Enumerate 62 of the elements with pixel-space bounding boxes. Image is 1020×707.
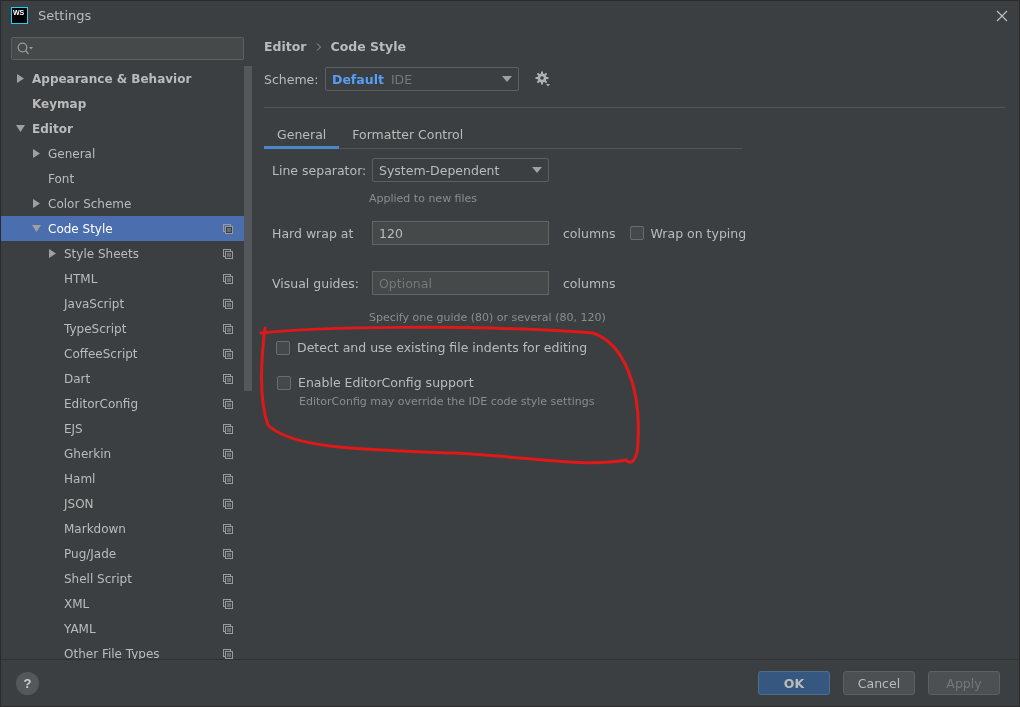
breadcrumb-item: Editor xyxy=(264,39,307,54)
tree-item[interactable]: EditorConfig xyxy=(1,391,245,416)
hint-text: EditorConfig may override the IDE code style settings xyxy=(299,395,596,408)
window-title: Settings xyxy=(38,8,93,23)
caret-icon xyxy=(532,167,542,173)
tree-item[interactable]: Color Scheme xyxy=(1,191,245,216)
tree-item[interactable]: Editor xyxy=(1,116,245,141)
tree-item[interactable]: HTML xyxy=(1,266,245,291)
search-field[interactable] xyxy=(11,37,244,60)
hard-wrap-field[interactable]: 120 xyxy=(372,221,549,245)
tree-item[interactable]: Code Style xyxy=(1,216,245,241)
dialog-button[interactable]: OK xyxy=(758,671,830,695)
tree-item[interactable]: JavaScript xyxy=(1,291,245,316)
tree-item[interactable]: Style Sheets xyxy=(1,241,245,266)
checkbox-label[interactable]: Wrap on typing xyxy=(650,225,747,241)
tree-item[interactable]: EJS xyxy=(1,416,245,441)
checkbox[interactable] xyxy=(277,375,291,390)
tree-item[interactable]: XML xyxy=(1,591,245,616)
settings-icon[interactable] xyxy=(535,71,551,87)
hint-text: Applied to new files xyxy=(369,192,479,205)
tree-item[interactable]: CoffeeScript xyxy=(1,341,245,366)
expand-arrow-icon[interactable] xyxy=(16,74,25,83)
tree-item[interactable]: General xyxy=(1,141,245,166)
chevron-icon xyxy=(315,42,322,51)
tree-item[interactable]: YAML xyxy=(1,616,245,641)
unit-label: columns xyxy=(563,275,616,291)
checkbox-label[interactable]: Detect and use existing file indents for editing xyxy=(297,340,588,355)
hint-text: Specify one guide (80) or several (80, 120) xyxy=(369,311,607,324)
caret-icon xyxy=(502,76,512,82)
collapse-arrow-icon[interactable] xyxy=(16,124,25,133)
tab[interactable]: General xyxy=(264,120,340,149)
breadcrumb-item: Code Style xyxy=(330,39,406,54)
unit-label: columns xyxy=(563,225,616,241)
checkbox[interactable] xyxy=(629,226,644,240)
expand-arrow-icon[interactable] xyxy=(32,149,41,158)
tree-item[interactable]: Keymap xyxy=(1,91,245,116)
field-label: Line separator: xyxy=(272,162,368,178)
close-icon[interactable] xyxy=(995,8,1009,23)
dialog-button[interactable]: Cancel xyxy=(843,671,915,695)
tree-item[interactable]: JSON xyxy=(1,491,245,516)
tab[interactable]: Formatter Control xyxy=(339,120,477,149)
tree-item[interactable]: Shell Script xyxy=(1,566,245,591)
search-icon xyxy=(17,42,33,55)
expand-arrow-icon[interactable] xyxy=(48,249,57,258)
checkbox[interactable] xyxy=(276,340,290,355)
tree-item[interactable]: TypeScript xyxy=(1,316,245,341)
tree-item[interactable]: Font xyxy=(1,166,245,191)
field-label: Visual guides: xyxy=(272,275,360,291)
scheme-label: Scheme: xyxy=(264,71,320,87)
tree-item[interactable]: Gherkin xyxy=(1,441,245,466)
tree-item[interactable]: Pug/Jade xyxy=(1,541,245,566)
line-separator-dropdown[interactable]: System-Dependent xyxy=(372,158,549,182)
scrollbar-thumb[interactable] xyxy=(244,66,252,391)
field-label: Hard wrap at xyxy=(272,225,355,241)
scheme-dropdown[interactable]: Default IDE xyxy=(325,67,519,91)
help-button[interactable]: ? xyxy=(16,671,39,695)
tree-item[interactable]: Appearance & Behavior xyxy=(1,66,245,91)
checkbox-label[interactable]: Enable EditorConfig support xyxy=(298,375,474,390)
tree-item[interactable]: Dart xyxy=(1,366,245,391)
expand-arrow-icon[interactable] xyxy=(32,199,41,208)
tree-item[interactable]: Markdown xyxy=(1,516,245,541)
tree-item[interactable]: Haml xyxy=(1,466,245,491)
